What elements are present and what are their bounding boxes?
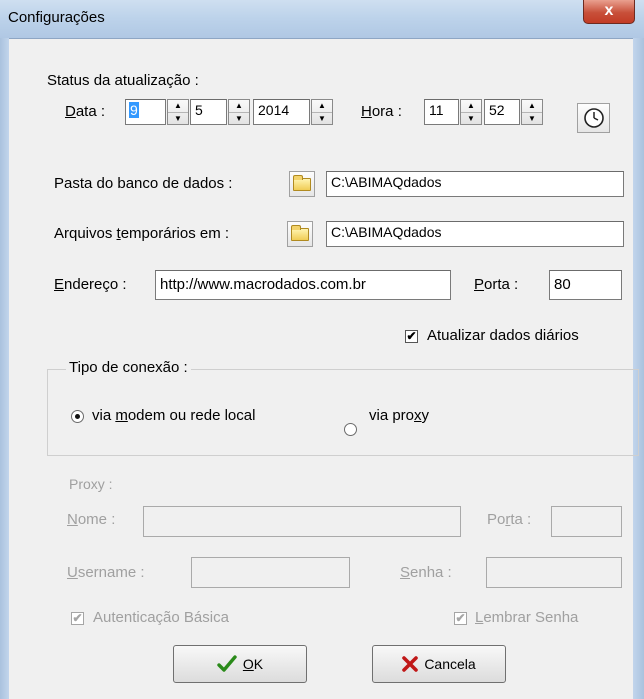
- endereco-label: Endereço :: [54, 276, 127, 293]
- folder-icon: [291, 224, 309, 241]
- nome-field[interactable]: [143, 506, 461, 537]
- spin-up-icon[interactable]: ▲: [168, 100, 188, 112]
- spin-down-icon[interactable]: ▼: [229, 112, 249, 125]
- status-label: Status da atualização :: [47, 72, 199, 89]
- year-spinner[interactable]: ▲ ▼: [311, 99, 333, 125]
- minute-field[interactable]: 52: [484, 99, 520, 125]
- data-label: Data :: [65, 103, 106, 120]
- hour-field[interactable]: 11: [424, 99, 459, 125]
- porta-field[interactable]: 80: [549, 270, 622, 300]
- atualizar-checkbox[interactable]: ✔: [405, 330, 418, 343]
- lembrar-checkbox[interactable]: ✔: [454, 612, 467, 625]
- radio-modem[interactable]: [71, 410, 84, 423]
- spin-down-icon[interactable]: ▼: [522, 112, 542, 125]
- month-spinner[interactable]: ▲ ▼: [228, 99, 250, 125]
- window-title: Configurações: [8, 9, 105, 26]
- temp-browse-button[interactable]: [287, 221, 313, 247]
- folder-icon: [293, 174, 311, 191]
- ok-label: OK: [242, 656, 264, 672]
- auth-checkbox[interactable]: ✔: [71, 612, 84, 625]
- title-bar: Configurações x: [0, 0, 644, 39]
- year-field[interactable]: 2014: [253, 99, 310, 125]
- day-spinner[interactable]: ▲ ▼: [167, 99, 189, 125]
- proxy-porta-label: Porta :: [487, 511, 532, 528]
- proxy-porta-field[interactable]: [551, 506, 622, 537]
- radio-proxy-label[interactable]: via proxy: [369, 407, 429, 424]
- nome-label: Nome :: [67, 511, 116, 528]
- radio-modem-label[interactable]: via modem ou rede local: [92, 407, 255, 424]
- temp-label: Arquivos temporários em :: [54, 225, 230, 242]
- month-field[interactable]: 5: [190, 99, 227, 125]
- pasta-field[interactable]: C:\ABIMAQdados: [326, 171, 624, 197]
- ok-button[interactable]: OK: [173, 645, 307, 683]
- close-icon: x: [604, 2, 614, 19]
- check-icon: [217, 655, 237, 672]
- close-button[interactable]: x: [583, 0, 635, 24]
- x-icon: [402, 656, 419, 672]
- cancel-button[interactable]: Cancela: [372, 645, 506, 683]
- spin-down-icon[interactable]: ▼: [168, 112, 188, 125]
- atualizar-label[interactable]: Atualizar dados diários: [427, 327, 579, 344]
- spin-up-icon[interactable]: ▲: [461, 100, 481, 112]
- minute-spinner[interactable]: ▲ ▼: [521, 99, 543, 125]
- proxy-label: Proxy :: [69, 476, 113, 492]
- spin-up-icon[interactable]: ▲: [312, 100, 332, 112]
- spin-up-icon[interactable]: ▲: [229, 100, 249, 112]
- username-field[interactable]: [191, 557, 350, 588]
- lembrar-label[interactable]: Lembrar Senha: [475, 609, 578, 626]
- endereco-field[interactable]: http://www.macrodados.com.br: [155, 270, 451, 300]
- auth-label[interactable]: Autenticação Básica: [93, 609, 229, 626]
- temp-field[interactable]: C:\ABIMAQdados: [326, 221, 624, 247]
- pasta-browse-button[interactable]: [289, 171, 315, 197]
- cancel-label: Cancela: [424, 656, 476, 672]
- clock-icon: [583, 108, 604, 128]
- senha-label: Senha :: [400, 564, 452, 581]
- conexao-legend: Tipo de conexão :: [66, 359, 191, 376]
- spin-up-icon[interactable]: ▲: [522, 100, 542, 112]
- clock-button[interactable]: [577, 103, 610, 133]
- hour-spinner[interactable]: ▲ ▼: [460, 99, 482, 125]
- pasta-label: Pasta do banco de dados :: [54, 175, 233, 192]
- radio-proxy[interactable]: [344, 423, 357, 436]
- spin-down-icon[interactable]: ▼: [312, 112, 332, 125]
- porta-label: Porta :: [474, 276, 519, 293]
- spin-down-icon[interactable]: ▼: [461, 112, 481, 125]
- day-field[interactable]: 9: [125, 99, 166, 125]
- username-label: Username :: [67, 564, 145, 581]
- hora-label: Hora :: [361, 103, 402, 120]
- window-frame-left: [0, 38, 9, 699]
- senha-field[interactable]: [486, 557, 622, 588]
